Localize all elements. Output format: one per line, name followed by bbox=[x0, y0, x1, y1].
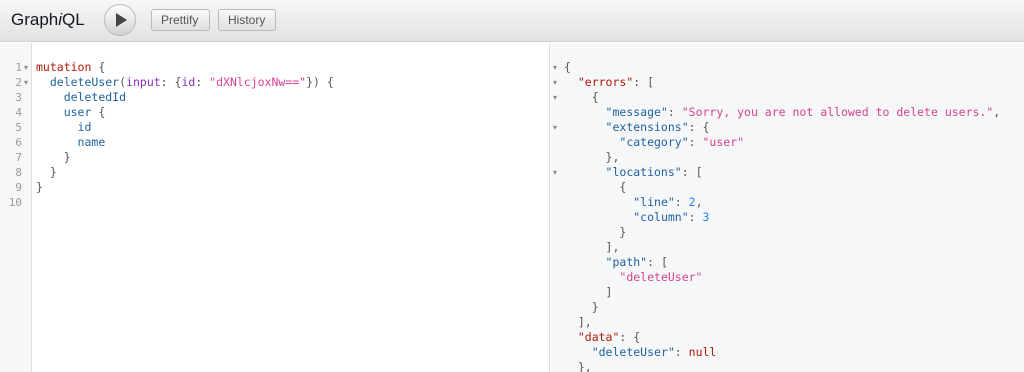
result-line: "errors": [ bbox=[577, 75, 655, 89]
code-line: } bbox=[36, 150, 71, 164]
field-deleted-id: deletedId bbox=[63, 90, 127, 104]
code-line: deleteUser(input: {id: "dXNlcjoxNw=="}) … bbox=[49, 75, 334, 89]
data-key: "data" bbox=[577, 330, 620, 344]
code-line: deletedId bbox=[36, 90, 126, 105]
result-line: "message": "Sorry, you are not allowed t… bbox=[605, 105, 1001, 119]
line-number: 9 bbox=[15, 181, 22, 194]
result-line: "line": 2, bbox=[633, 195, 703, 209]
result-line: { bbox=[564, 180, 627, 194]
result-line: } bbox=[564, 300, 599, 314]
execute-query-button[interactable] bbox=[104, 4, 136, 36]
query-field: deleteUser bbox=[49, 75, 120, 89]
errors-key: "errors" bbox=[577, 75, 634, 89]
result-line: "column": 3 bbox=[633, 210, 710, 224]
column-key: "column" bbox=[633, 210, 689, 224]
line-number: 8 bbox=[15, 166, 22, 179]
result-line: "deleteUser": null bbox=[591, 345, 717, 359]
message-key: "message" bbox=[605, 105, 668, 119]
app-title: GraphiQL bbox=[11, 10, 85, 29]
result-line: } bbox=[564, 225, 627, 239]
play-icon bbox=[116, 13, 127, 27]
category-value: "user" bbox=[702, 135, 745, 149]
history-button[interactable]: History bbox=[218, 9, 276, 31]
line-number: 2 bbox=[15, 76, 22, 89]
line-key: "line" bbox=[633, 195, 675, 209]
line-number: 10 bbox=[8, 196, 22, 209]
result-line: { bbox=[564, 90, 599, 104]
line-value: 2 bbox=[688, 195, 696, 209]
result-line: "data": { bbox=[577, 330, 641, 344]
result-line: ] bbox=[564, 285, 613, 299]
prettify-button[interactable]: Prettify bbox=[151, 9, 210, 31]
fold-arrow-icon[interactable]: ▾ bbox=[24, 75, 32, 90]
path-key: "path" bbox=[605, 255, 648, 269]
column-value: 3 bbox=[702, 210, 710, 224]
result-line: }, bbox=[564, 360, 592, 372]
result-line: "category": "user" bbox=[619, 135, 745, 149]
fold-arrow-icon[interactable]: ▾ bbox=[553, 90, 561, 105]
line-number: 3 bbox=[15, 91, 22, 104]
line-number: 6 bbox=[15, 136, 22, 149]
result-line: { bbox=[564, 60, 571, 74]
locations-key: "locations" bbox=[605, 165, 682, 179]
result-line: ], bbox=[564, 315, 592, 329]
fold-arrow-icon[interactable]: ▾ bbox=[553, 165, 561, 180]
argument-value: "dXNlcjoxNw==" bbox=[209, 75, 307, 89]
field-user: user bbox=[63, 105, 92, 119]
category-key: "category" bbox=[619, 135, 689, 149]
message-value: "Sorry, you are not allowed to delete us… bbox=[681, 105, 994, 119]
line-number: 4 bbox=[15, 106, 22, 119]
code-line: } bbox=[36, 165, 57, 179]
delete-user-key: "deleteUser" bbox=[591, 345, 675, 359]
line-number: 7 bbox=[15, 151, 22, 164]
result-line: ], bbox=[564, 240, 620, 254]
extensions-key: "extensions" bbox=[605, 120, 689, 134]
result-line: "locations": [ bbox=[605, 165, 703, 179]
fold-arrow-icon[interactable]: ▾ bbox=[24, 60, 32, 75]
result-viewer: ▾ { ▾ "errors": [ ▾ { "message": "Sorry,… bbox=[551, 43, 1024, 372]
result-line: "deleteUser" bbox=[564, 270, 702, 285]
result-line: }, bbox=[564, 150, 620, 164]
result-line: "path": [ bbox=[605, 255, 668, 269]
delete-user-value: null bbox=[688, 345, 717, 359]
result-line: "extensions": { bbox=[605, 120, 710, 134]
code-line: } bbox=[36, 180, 43, 194]
argument-name: input bbox=[126, 75, 161, 89]
field-id: id bbox=[77, 120, 92, 134]
line-number: 5 bbox=[15, 121, 22, 134]
query-editor[interactable]: 1 ▾ mutation { 2 ▾ deleteUser(input: {id… bbox=[0, 43, 550, 372]
code-line: mutation { bbox=[36, 60, 106, 74]
fold-arrow-icon[interactable]: ▾ bbox=[553, 60, 561, 75]
code-line: id bbox=[36, 120, 92, 135]
line-number: 1 bbox=[15, 61, 22, 74]
argument-key: id bbox=[181, 75, 196, 89]
code-line: user { bbox=[63, 105, 106, 119]
mutation-keyword: mutation bbox=[36, 60, 92, 74]
fold-arrow-icon[interactable]: ▾ bbox=[553, 120, 561, 135]
code-line: name bbox=[36, 135, 106, 150]
path-value: "deleteUser" bbox=[619, 270, 703, 284]
fold-arrow-icon[interactable]: ▾ bbox=[553, 75, 561, 90]
field-name: name bbox=[77, 135, 106, 149]
toolbar: GraphiQL Prettify History bbox=[0, 0, 1024, 42]
